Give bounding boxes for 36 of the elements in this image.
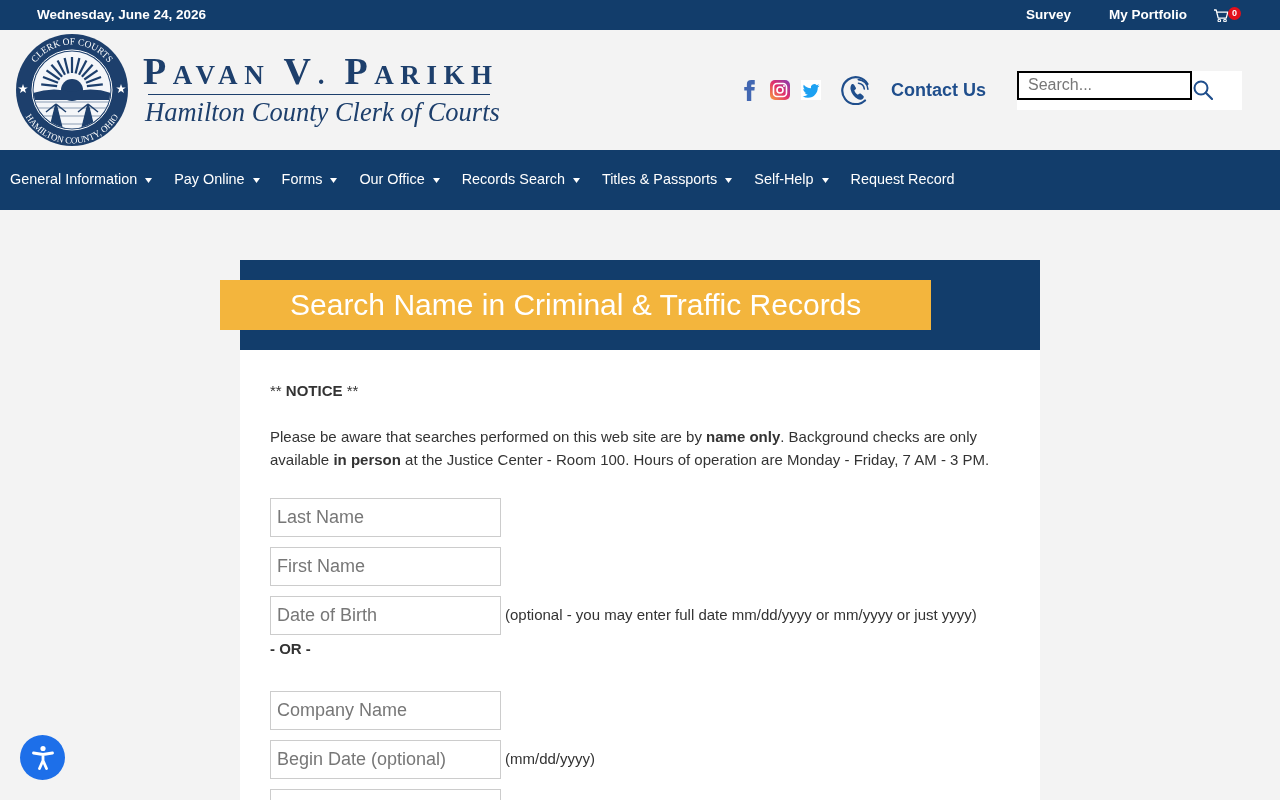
input-field[interactable]: Company Name: [270, 691, 501, 730]
nav-link[interactable]: Forms: [271, 150, 350, 210]
notice-text: ** NOTICE **: [270, 381, 360, 401]
search-icon: [1193, 79, 1213, 100]
nav-link[interactable]: Records Search: [451, 150, 592, 210]
cart-icon[interactable]: [1213, 8, 1229, 22]
top-link[interactable]: My Portfolio: [1109, 4, 1187, 26]
input-field[interactable]: Date of Birth: [270, 596, 501, 635]
nav-link[interactable]: Our Office: [349, 150, 452, 210]
search-button[interactable]: [1193, 79, 1213, 100]
top-link[interactable]: Survey: [1025, 4, 1071, 26]
contact-link[interactable]: Contact Us: [891, 76, 986, 104]
search-field[interactable]: Search...: [1017, 70, 1192, 100]
field-hint: (mm/dd/yyyy): [505, 749, 595, 770]
nav-link[interactable]: Self-Help: [744, 150, 841, 210]
notice-paragraph: Please be aware that searches performed on this web site are by name only. Background checks are only available in person at the Justice Center - Room 100. Hours of operation are Monday - Friday, 7 AM - 3 PM.: [270, 427, 991, 470]
nav-link[interactable]: Pay Online: [164, 150, 272, 210]
instagram-icon[interactable]: [770, 80, 790, 100]
field-hint: (optional - you may enter full date mm/dd/yyyy or mm/yyyy or just yyyy): [505, 605, 977, 626]
input-field[interactable]: Begin Date (optional): [270, 740, 501, 779]
site-subtitle: Hamilton County Clerk of Courts: [143, 98, 500, 128]
page-title: Search Name in Criminal & Traffic Records: [220, 280, 931, 330]
cart-count-badge: 0: [1228, 7, 1241, 20]
or-separator: - OR -: [270, 639, 312, 659]
input-field[interactable]: First Name: [270, 547, 501, 586]
nav-link[interactable]: Titles & Passports: [591, 150, 745, 210]
phone-icon[interactable]: [841, 75, 871, 105]
accessibility-icon: [31, 745, 54, 770]
input-field[interactable]: Last Name: [270, 498, 501, 537]
twitter-icon[interactable]: [801, 80, 821, 100]
accessibility-button[interactable]: [20, 735, 65, 780]
cart-link[interactable]: 0: [1213, 8, 1242, 22]
facebook-icon[interactable]: [743, 79, 756, 101]
date-text: Wednesday, June 24, 2026: [37, 5, 207, 24]
nav-link[interactable]: Request Record: [840, 150, 967, 210]
nav-link[interactable]: General Information: [0, 150, 165, 210]
